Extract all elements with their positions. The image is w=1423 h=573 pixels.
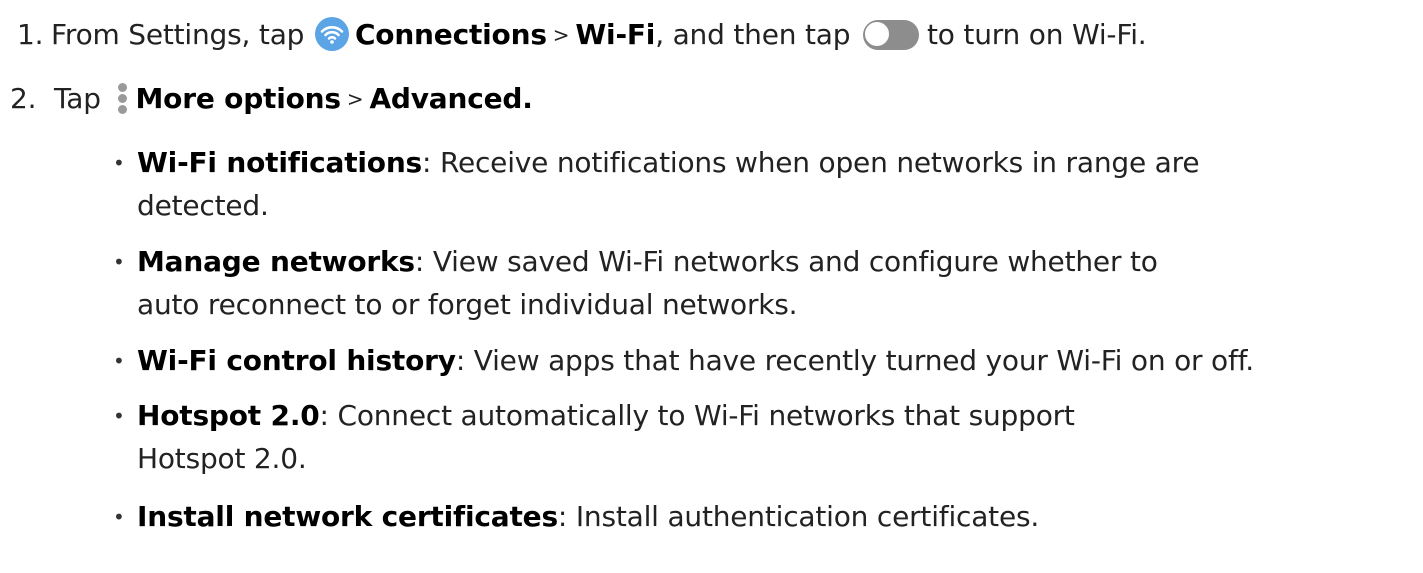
step-number: 1. xyxy=(17,18,44,51)
bullet-dot: • xyxy=(113,505,125,529)
bullet-dot: • xyxy=(113,250,125,274)
more-dot xyxy=(117,94,127,103)
bullet-term: Wi-Fi control history xyxy=(137,344,456,377)
bullet-term: Manage networks xyxy=(137,245,415,278)
toggle-knob xyxy=(864,21,890,47)
bullet-dot: • xyxy=(113,151,125,175)
step-2: 2. Tap More options > Advanced. xyxy=(10,82,533,118)
bullet-dot: • xyxy=(113,349,125,373)
more-dot xyxy=(117,105,127,114)
bullet-colon: : xyxy=(557,500,568,533)
step-text: From Settings, tap xyxy=(51,18,305,51)
bullet-item: Wi-Fi notifications: Receive notificatio… xyxy=(137,141,1200,185)
step-number: 2. xyxy=(10,82,37,115)
instructions-page: 1. From Settings, tap Connections > Wi-Fi, … xyxy=(0,0,1423,573)
step-text: Tap xyxy=(54,82,101,115)
bullet-text: View saved Wi-Fi networks and configure … xyxy=(424,245,1158,278)
bullet-item: Install network certificates: Install au… xyxy=(137,495,1039,539)
wifi-icon xyxy=(314,17,349,51)
toggle-off-icon xyxy=(863,20,919,50)
bullet-item: Manage networks: View saved Wi-Fi networ… xyxy=(137,240,1158,284)
step-text: to turn on Wi-Fi. xyxy=(927,18,1147,51)
bullet-item: Hotspot 2.0: Connect automatically to Wi… xyxy=(137,394,1075,438)
bullet-item: Wi-Fi control history: View apps that ha… xyxy=(137,339,1254,383)
bullet-continuation: auto reconnect to or forget individual n… xyxy=(137,288,798,321)
more-options-icon xyxy=(116,82,128,116)
bullet-continuation: detected. xyxy=(137,189,269,222)
connections-label: Connections xyxy=(354,18,547,51)
advanced-label: Advanced. xyxy=(369,82,533,115)
bullet-text: Receive notifications when open networks… xyxy=(431,146,1200,179)
bullet-text: View apps that have recently turned your… xyxy=(465,344,1254,377)
bullet-continuation: Hotspot 2.0. xyxy=(137,442,307,475)
bullet-text: Connect automatically to Wi-Fi networks … xyxy=(328,399,1075,432)
separator: > xyxy=(552,23,570,47)
wifi-label: Wi-Fi xyxy=(575,18,656,51)
bullet-colon: : xyxy=(414,245,425,278)
bullet-dot: • xyxy=(113,404,125,428)
bullet-colon: : xyxy=(455,344,466,377)
bullet-term: Install network certificates xyxy=(137,500,558,533)
more-options-label: More options xyxy=(135,82,342,115)
bullet-term: Hotspot 2.0 xyxy=(137,399,320,432)
separator: > xyxy=(346,87,364,111)
bullet-term: Wi-Fi notifications xyxy=(137,146,423,179)
step-text: , and then tap xyxy=(655,18,851,51)
bullet-colon: : xyxy=(422,146,432,179)
step-1: 1. From Settings, tap Connections > Wi-Fi, … xyxy=(17,17,1147,54)
bullet-colon: : xyxy=(319,399,329,432)
bullet-text: Install authentication certificates. xyxy=(567,500,1040,533)
more-dot xyxy=(117,83,127,92)
